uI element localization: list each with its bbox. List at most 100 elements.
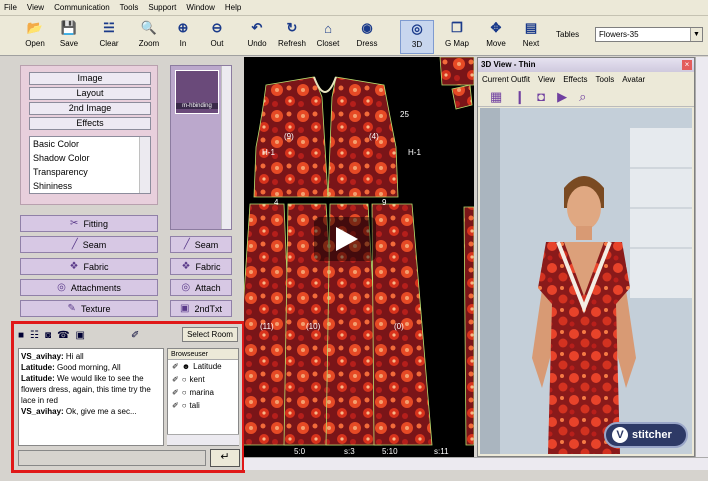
chat-input[interactable] [18,450,206,466]
attach-button[interactable]: ◎ Attach [170,279,232,296]
list-item[interactable]: ✐ ○ kent [168,373,238,386]
close-icon[interactable]: × [682,60,692,70]
users-icon[interactable]: ☷ [30,330,39,341]
select-room-button[interactable]: Select Room [182,327,238,342]
menu-tools[interactable]: Tools [120,3,139,12]
send-button[interactable]: ↵ [210,449,240,467]
ruler-icon[interactable]: ❙ [514,89,525,105]
canvas-scrollbar-horizontal[interactable] [244,457,708,470]
dress-button[interactable]: ◉ Dress [350,20,384,54]
fabric-button-2[interactable]: ❖ Fabric [170,258,232,275]
pattern-canvas[interactable]: (9) (4) H-1 H-1 (11) (10) (0) 25 9 4 5:0… [244,57,474,457]
gmap-button[interactable]: ❐ G Map [440,20,474,54]
chat-message: VS_avihay: Ok, give me a sec... [21,407,137,416]
list-item[interactable]: Transparency [30,165,150,179]
list-item[interactable]: ✐ ○ tali [168,399,238,412]
3d-view-title: 3D View - Thin [478,58,694,72]
next-icon: ▤ [524,20,538,35]
pattern-label: (11) [260,322,274,331]
effects-list: Basic Color Shadow Color Transparency Sh… [29,136,151,194]
fitting-button[interactable]: ✂ Fitting [20,215,158,232]
undo-button[interactable]: ↶ Undo [240,20,274,54]
swatch-scrollbar[interactable] [221,66,231,229]
list-item[interactable]: Shadow Color [30,151,150,165]
menu-current-outfit[interactable]: Current Outfit [482,73,530,86]
zoom-icon[interactable]: ⌕ [579,89,586,105]
tab-2nd-image[interactable]: 2nd Image [29,102,151,115]
menu-help[interactable]: Help [225,3,241,12]
menu-support[interactable]: Support [148,3,176,12]
camera-icon[interactable]: ◙ [45,330,51,341]
3d-button[interactable]: ◎ 3D [400,20,434,54]
pattern-label: s:11 [434,447,449,456]
list-item[interactable]: Shininess [30,179,150,193]
menu-communication[interactable]: Communication [54,3,110,12]
play-icon[interactable]: ▶ [557,89,567,105]
menu-window[interactable]: Window [186,3,214,12]
move-button[interactable]: ✥ Move [479,20,513,54]
open-button[interactable]: 📂 Open [18,20,52,54]
fabric-button[interactable]: ❖ Fabric [20,258,158,275]
tab-layout[interactable]: Layout [29,87,151,100]
grid-icon[interactable]: ▦ [490,89,502,105]
texture-button[interactable]: ✎ Texture [20,300,158,317]
zoom-icon: 🔍 [140,20,158,35]
tables-select[interactable]: Flowers-35 ▼ [595,27,703,42]
menu-tools[interactable]: Tools [596,73,615,86]
2ndtxt-button[interactable]: ▣ 2ndTxt [170,300,232,317]
zoom-out-button[interactable]: ⊖ Out [200,20,234,54]
3d-view-window: 3D View - Thin × Current Outfit View Eff… [477,57,695,457]
seam-button-2[interactable]: ╱ Seam [170,236,232,253]
menu-view[interactable]: View [27,3,44,12]
pattern-label: (4) [369,132,379,141]
skirt-edge-right [463,206,474,446]
refresh-icon: ↻ [286,20,298,35]
gmap-icon: ❐ [451,20,463,35]
pattern-label: 25 [400,110,409,119]
closet-button[interactable]: ⌂ Closet [311,20,345,54]
tab-image[interactable]: Image [29,72,151,85]
fabric-swatch[interactable]: m-hbinding [175,70,219,114]
zoom-button[interactable]: 🔍 Zoom [132,20,166,54]
save-icon[interactable]: ■ [18,330,24,341]
menu-effects[interactable]: Effects [563,73,587,86]
texture-icon: ✎ [67,303,76,314]
attachments-button[interactable]: ◎ Attachments [20,279,158,296]
seam-icon: ╱ [71,239,78,250]
clear-button[interactable]: ☱ Clear [92,20,126,54]
phone-icon[interactable]: ☎ [57,330,69,341]
tab-effects[interactable]: Effects [29,117,151,130]
play-button[interactable] [314,217,376,261]
needle-icon: ✐ [172,375,179,384]
move-icon: ✥ [490,20,502,35]
window-scrollbar-vertical[interactable] [695,57,708,457]
camera-icon[interactable]: ◘ [537,89,545,104]
save-button[interactable]: 💾 Save [52,20,86,54]
seam-button[interactable]: ╱ Seam [20,236,158,253]
zoom-in-icon: ⊕ [177,20,189,35]
eye-icon: ◎ [411,21,423,36]
user-icon: ☻ [181,362,191,371]
3d-scene[interactable]: Vstitcher [480,108,692,454]
needle-icon: ✐ [172,362,179,371]
toolbar: 📂 Open 💾 Save ☱ Clear 🔍 Zoom ⊕ In ⊖ Out ↶ Undo … [0,16,708,56]
effects-scrollbar[interactable] [139,137,150,193]
chat-panel: ■ ☷ ◙ ☎ ▣ ✐ Select Room VS_avihay: Hi al… [11,321,245,473]
menu-avatar[interactable]: Avatar [622,73,645,86]
next-button[interactable]: ▤ Next [514,20,548,54]
list-item[interactable]: ✐ ○ marina [168,386,238,399]
window-icon[interactable]: ▣ [76,330,85,341]
list-item[interactable]: ✐ ☻ Latitude [168,360,238,373]
enter-icon: ↵ [220,451,230,463]
user-list-scrollbar[interactable] [167,434,239,445]
clear-icon: ☱ [103,20,115,35]
pattern-label: 4 [274,198,279,207]
zoom-in-button[interactable]: ⊕ In [166,20,200,54]
menu-file[interactable]: File [4,3,17,12]
list-item[interactable]: Basic Color [30,137,150,151]
refresh-button[interactable]: ↻ Refresh [275,20,309,54]
attachments-icon: ◎ [57,282,66,293]
user-icon: ○ [181,388,187,397]
seam-icon: ╱ [183,239,190,250]
menu-view[interactable]: View [538,73,555,86]
